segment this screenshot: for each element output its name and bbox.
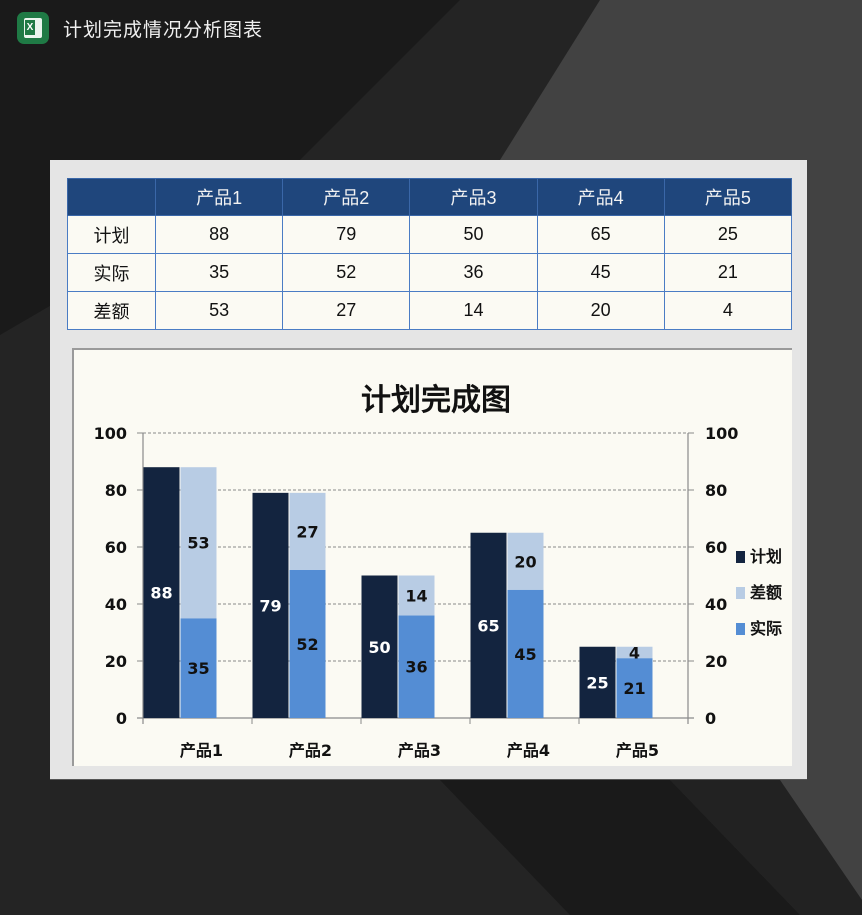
data-label: 88 <box>150 584 172 603</box>
table-cell[interactable]: 35 <box>154 253 284 292</box>
y-tick-label: 100 <box>94 424 127 443</box>
x-tick-label: 产品3 <box>398 741 441 760</box>
data-label: 20 <box>514 552 536 571</box>
legend-label: 计划 <box>750 547 782 566</box>
table-row: 差额 53 27 14 20 4 <box>67 291 793 330</box>
table-header-cell: 产品3 <box>409 178 538 216</box>
table-cell[interactable]: 4 <box>663 291 793 330</box>
data-label: 53 <box>187 534 209 553</box>
table-cell[interactable]: 14 <box>409 291 538 330</box>
data-label: 21 <box>623 679 645 698</box>
data-label: 14 <box>405 586 427 605</box>
legend: 计划差额实际 <box>736 547 782 638</box>
legend-swatch <box>736 551 745 563</box>
data-label: 27 <box>296 522 318 541</box>
table-row: 实际 35 52 36 45 21 <box>67 253 793 292</box>
legend-swatch <box>736 587 745 599</box>
table-header-row: 产品1 产品2 产品3 产品4 产品5 <box>67 178 793 216</box>
table-cell[interactable]: 25 <box>663 215 793 254</box>
table-cell[interactable]: 65 <box>536 215 665 254</box>
y2-tick-label: 0 <box>705 709 716 728</box>
data-table: 产品1 产品2 产品3 产品4 产品5 计划 88 79 50 65 25 实际… <box>67 178 793 330</box>
chart-area[interactable]: 计划完成图 0 20 40 60 80 100 0 20 40 60 80 100 产品1 产品2 产品3 产… <box>72 348 792 766</box>
table-header-cell: 产品1 <box>154 178 284 216</box>
data-label: 52 <box>296 635 318 654</box>
data-label: 79 <box>259 596 281 615</box>
app-header: X 计划完成情况分析图表 <box>0 0 862 60</box>
table-header-cell <box>67 178 156 216</box>
y-tick-label: 20 <box>105 652 127 671</box>
table-header-cell: 产品4 <box>536 178 665 216</box>
data-label: 4 <box>629 643 640 662</box>
legend-label: 差额 <box>750 583 782 602</box>
plan-completion-chart: 计划完成图 0 20 40 60 80 100 0 20 40 60 80 100 产品1 产品2 产品3 产… <box>94 383 782 760</box>
data-label: 25 <box>586 673 608 692</box>
table-cell[interactable]: 45 <box>536 253 665 292</box>
x-tick-label: 产品4 <box>507 741 550 760</box>
table-cell[interactable]: 50 <box>409 215 538 254</box>
table-header-cell: 产品5 <box>663 178 793 216</box>
y-tick-label: 0 <box>116 709 127 728</box>
y2-tick-label: 20 <box>705 652 727 671</box>
legend-swatch <box>736 623 745 635</box>
table-cell[interactable]: 88 <box>154 215 284 254</box>
chart-title: 计划完成图 <box>361 383 511 418</box>
y-tick-label: 80 <box>105 481 127 500</box>
table-row: 计划 88 79 50 65 25 <box>67 215 793 254</box>
x-tick-label: 产品2 <box>289 741 332 760</box>
table-cell[interactable]: 79 <box>282 215 411 254</box>
data-label: 65 <box>477 616 499 635</box>
table-header-cell: 产品2 <box>282 178 411 216</box>
y-tick-label: 60 <box>105 538 127 557</box>
y2-tick-label: 40 <box>705 595 727 614</box>
excel-icon: X <box>17 12 49 44</box>
legend-label: 实际 <box>750 619 782 638</box>
row-label[interactable]: 计划 <box>67 215 156 254</box>
data-label: 36 <box>405 658 427 677</box>
table-cell[interactable]: 27 <box>282 291 411 330</box>
data-label: 45 <box>514 645 536 664</box>
y2-tick-label: 60 <box>705 538 727 557</box>
table-cell[interactable]: 52 <box>282 253 411 292</box>
x-tick-label: 产品5 <box>616 741 659 760</box>
table-cell[interactable]: 20 <box>536 291 665 330</box>
table-cell[interactable]: 36 <box>409 253 538 292</box>
app-title: 计划完成情况分析图表 <box>63 19 264 41</box>
table-cell[interactable]: 53 <box>154 291 284 330</box>
x-tick-label: 产品1 <box>180 741 223 760</box>
sheet-frame: 产品1 产品2 产品3 产品4 产品5 计划 88 79 50 65 25 实际… <box>50 160 807 780</box>
data-label: 50 <box>368 638 390 657</box>
row-label[interactable]: 差额 <box>67 291 156 330</box>
bars <box>143 467 653 718</box>
data-labels: 88 35 53 79 52 27 50 36 14 65 45 20 25 21 4 <box>150 522 645 698</box>
table-cell[interactable]: 21 <box>663 253 793 292</box>
y2-tick-label: 80 <box>705 481 727 500</box>
data-label: 35 <box>187 659 209 678</box>
y-tick-label: 40 <box>105 595 127 614</box>
y2-tick-label: 100 <box>705 424 738 443</box>
row-label[interactable]: 实际 <box>67 253 156 292</box>
